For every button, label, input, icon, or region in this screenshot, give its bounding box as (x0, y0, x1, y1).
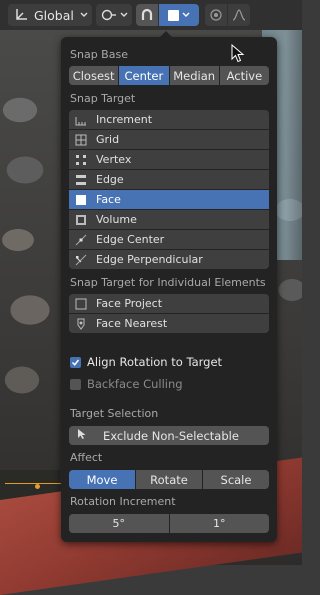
affect-move[interactable]: Move (69, 470, 135, 489)
orientation-label: Global (34, 7, 74, 23)
volume-icon (74, 214, 88, 226)
face-project-icon (74, 298, 88, 310)
grid-icon (74, 134, 88, 146)
rotation-increment-precision-field[interactable]: 1° (169, 514, 269, 533)
object-origin-dot[interactable] (35, 484, 40, 489)
snap-target-volume[interactable]: Volume (69, 210, 269, 229)
affect-label: Affect (70, 451, 103, 464)
snap-target-edge-center[interactable]: Edge Center (69, 230, 269, 249)
checkmark-icon (71, 359, 80, 366)
exclude-non-selectable-label: Exclude Non-Selectable (103, 428, 239, 443)
snap-target-label-text: Face (96, 193, 121, 206)
chevron-down-icon (120, 12, 128, 17)
proportional-falloff-dropdown[interactable] (227, 4, 250, 26)
individual-elements-list: Face Project Face Nearest (69, 294, 269, 333)
affect-rotate[interactable]: Rotate (136, 470, 202, 489)
snapping-popover: Snap Base Closest Center Median Active S… (61, 31, 277, 542)
snap-target-label-text: Increment (96, 113, 153, 126)
snap-group (135, 4, 199, 26)
snap-target-label-text: Edge (96, 173, 124, 186)
snap-target-face[interactable]: Face (69, 190, 269, 209)
backface-culling-checkbox[interactable] (70, 378, 81, 390)
backface-culling-label: Backface Culling (87, 377, 183, 391)
pivot-point-dropdown[interactable] (95, 4, 132, 26)
rotation-increment-fields: 5° 1° (69, 514, 269, 533)
align-rotation-label: Align Rotation to Target (87, 355, 223, 369)
snap-target-label-text: Edge Center (96, 233, 165, 246)
proportional-edit-icon (210, 9, 222, 21)
proportional-edit-group (204, 4, 250, 26)
vertex-icon (74, 154, 88, 166)
snap-face-project[interactable]: Face Project (69, 294, 269, 313)
snap-target-vertex[interactable]: Vertex (69, 150, 269, 169)
individual-elements-label: Snap Target for Individual Elements (70, 276, 266, 289)
snap-base-center[interactable]: Center (119, 66, 169, 85)
affect-options: Move Rotate Scale (69, 470, 269, 489)
snap-target-label-text: Grid (96, 133, 120, 146)
snap-base-active[interactable]: Active (219, 66, 269, 85)
viewport-header: Global (0, 0, 302, 30)
align-rotation-checkbox-row[interactable]: Align Rotation to Target (70, 355, 222, 369)
rotation-increment-label: Rotation Increment (70, 495, 176, 508)
face-icon (74, 194, 88, 206)
snap-target-label: Snap Target (70, 92, 136, 105)
snap-target-list: Increment Grid Vertex Edge Face Volume E… (69, 110, 269, 269)
exclude-non-selectable-button[interactable]: Exclude Non-Selectable (69, 426, 269, 445)
target-selection-label: Target Selection (70, 407, 159, 420)
snap-toggle-button[interactable] (135, 4, 158, 26)
edge-center-icon (74, 234, 88, 246)
snap-base-median[interactable]: Median (169, 66, 219, 85)
snap-target-grid[interactable]: Grid (69, 130, 269, 149)
rotation-increment-field[interactable]: 5° (69, 514, 169, 533)
snap-base-closest[interactable]: Closest (69, 66, 119, 85)
snap-target-edge[interactable]: Edge (69, 170, 269, 189)
face-snap-icon (167, 9, 179, 21)
snap-target-increment[interactable]: Increment (69, 110, 269, 129)
proportional-edit-toggle[interactable] (204, 4, 227, 26)
cursor-arrow-icon (77, 428, 93, 443)
face-nearest-icon (74, 318, 88, 330)
mouse-cursor-icon (231, 44, 245, 63)
chevron-down-icon (182, 12, 190, 17)
individual-label-text: Face Nearest (96, 317, 168, 330)
edge-perpendicular-icon (74, 254, 88, 266)
transform-orientation-dropdown[interactable]: Global (8, 4, 92, 26)
edge-icon (74, 174, 88, 186)
snap-target-label-text: Vertex (96, 153, 132, 166)
snap-face-nearest[interactable]: Face Nearest (69, 314, 269, 333)
increment-icon (74, 114, 88, 126)
affect-scale[interactable]: Scale (203, 470, 269, 489)
snap-base-label: Snap Base (70, 48, 128, 61)
selected-object-outline (5, 483, 63, 484)
snap-target-dropdown[interactable] (158, 4, 199, 26)
align-rotation-checkbox[interactable] (70, 356, 81, 368)
backface-culling-checkbox-row[interactable]: Backface Culling (70, 377, 183, 391)
falloff-curve-icon (232, 9, 246, 21)
snap-base-options: Closest Center Median Active (69, 66, 269, 85)
transform-pivot-icon (101, 9, 116, 21)
orientation-axes-icon (16, 9, 27, 20)
snap-target-label-text: Volume (96, 213, 137, 226)
snap-target-label-text: Edge Perpendicular (96, 253, 203, 266)
magnet-icon (141, 8, 152, 20)
snap-target-edge-perpendicular[interactable]: Edge Perpendicular (69, 250, 269, 269)
chevron-down-icon (80, 12, 88, 17)
individual-label-text: Face Project (96, 297, 163, 310)
